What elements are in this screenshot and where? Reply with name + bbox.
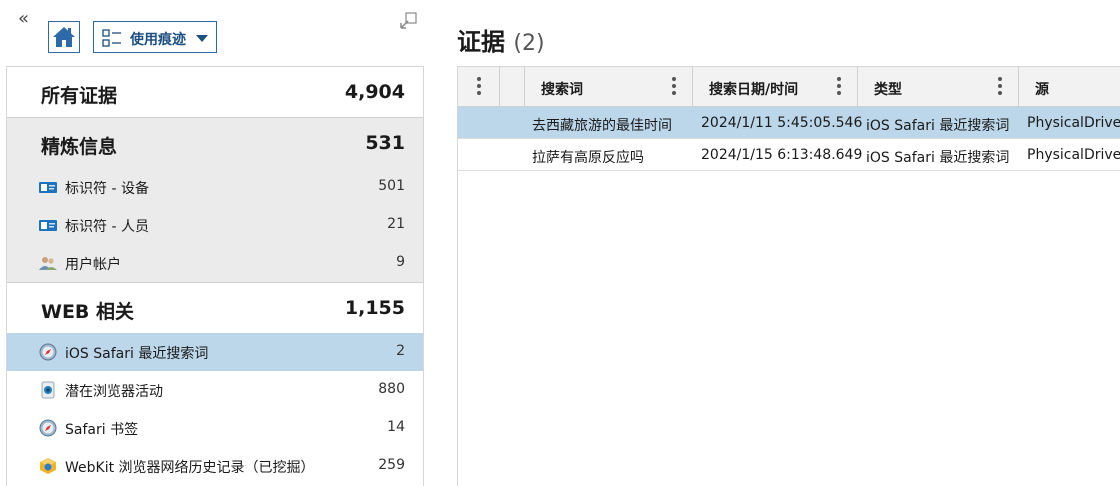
webkit-icon bbox=[40, 458, 56, 474]
column-header-label: 类型 bbox=[874, 82, 902, 98]
cell-type: iOS Safari 最近搜索词 bbox=[866, 118, 1010, 134]
section-title: WEB 相关 bbox=[41, 301, 135, 323]
popout-icon[interactable] bbox=[399, 12, 417, 34]
sidebar-item-label: 用户帐户 bbox=[65, 257, 121, 273]
sidebar-item-label: iOS Safari 最近搜索词 bbox=[65, 346, 209, 362]
sidebar-item-label: Safari 书签 bbox=[65, 422, 139, 438]
safari-icon bbox=[39, 343, 57, 361]
section-count: 531 bbox=[365, 132, 405, 154]
home-icon bbox=[53, 27, 75, 47]
column-header-search-term[interactable]: 搜索词 bbox=[525, 67, 693, 107]
sidebar-item-label: 潜在浏览器活动 bbox=[65, 384, 163, 400]
row-selector-header bbox=[500, 67, 525, 107]
column-header-label: 搜索词 bbox=[541, 82, 583, 98]
sidebar-item-count: 501 bbox=[378, 178, 405, 194]
column-header-label: 搜索日期/时间 bbox=[709, 82, 799, 98]
page-title-count: (2) bbox=[513, 31, 545, 56]
cell-search-term: 去西藏旅游的最佳时间 bbox=[532, 118, 672, 134]
sidebar-item-webkit-history[interactable]: WebKit 浏览器网络历史记录（已挖掘） 259 bbox=[7, 447, 423, 485]
view-dropdown[interactable]: 使用痕迹 bbox=[93, 21, 217, 53]
table-row[interactable]: 拉萨有高原反应吗 2024/1/15 6:13:48.649 iOS Safar… bbox=[458, 139, 1120, 171]
section-count: 1,155 bbox=[344, 297, 405, 319]
sidebar-item-safari-bookmarks[interactable]: Safari 书签 14 bbox=[7, 409, 423, 447]
browser-activity-icon bbox=[41, 381, 55, 399]
sidebar-item-count: 21 bbox=[387, 216, 405, 232]
sidebar-item-device-identifiers[interactable]: 标识符 - 设备 501 bbox=[7, 168, 423, 206]
sidebar-item-ios-safari-searches[interactable]: iOS Safari 最近搜索词 2 bbox=[7, 333, 423, 371]
cell-search-term: 拉萨有高原反应吗 bbox=[532, 150, 644, 166]
table-row[interactable]: 去西藏旅游的最佳时间 2024/1/11 5:45:05.546 iOS Saf… bbox=[458, 107, 1120, 139]
sidebar-item-label: 标识符 - 设备 bbox=[65, 181, 149, 197]
cell-search-datetime: 2024/1/11 5:45:05.546 bbox=[701, 115, 863, 131]
section-refined[interactable]: 精炼信息 531 bbox=[7, 118, 423, 168]
sidebar-item-count: 259 bbox=[378, 457, 405, 473]
cell-source: PhysicalDrive0 bbox=[1027, 115, 1120, 131]
section-web-related[interactable]: WEB 相关 1,155 bbox=[7, 283, 423, 333]
users-icon bbox=[39, 257, 57, 270]
evidence-grid: 搜索词 搜索日期/时间 类型 源 去西藏旅游的最佳时间 2024/1/11 5:… bbox=[457, 66, 1120, 486]
id-card-icon bbox=[39, 182, 57, 193]
column-header-source[interactable]: 源 bbox=[1019, 67, 1120, 107]
section-title: 精炼信息 bbox=[41, 136, 118, 158]
chevron-down-icon bbox=[196, 35, 208, 42]
safari-icon bbox=[39, 419, 57, 437]
section-count: 4,904 bbox=[344, 81, 405, 103]
sidebar-item-count: 880 bbox=[378, 381, 405, 397]
sidebar-item-person-identifiers[interactable]: 标识符 - 人员 21 bbox=[7, 206, 423, 244]
sidebar-item-label: WebKit 浏览器网络历史记录（已挖掘） bbox=[65, 460, 315, 476]
sidebar-item-user-accounts[interactable]: 用户帐户 9 bbox=[7, 244, 423, 282]
kebab-menu-icon[interactable] bbox=[998, 77, 1002, 98]
kebab-menu-icon[interactable] bbox=[837, 77, 841, 98]
column-header-search-datetime[interactable]: 搜索日期/时间 bbox=[693, 67, 858, 107]
sidebar-item-browser-activity[interactable]: 潜在浏览器活动 880 bbox=[7, 371, 423, 409]
cell-source: PhysicalDrive0 bbox=[1027, 147, 1120, 163]
collapse-panel-button[interactable]: « bbox=[18, 10, 29, 28]
cell-type: iOS Safari 最近搜索词 bbox=[866, 150, 1010, 166]
column-header-type[interactable]: 类型 bbox=[858, 67, 1019, 107]
column-options-header[interactable] bbox=[458, 67, 500, 107]
page-title: 证据 (2) bbox=[457, 22, 545, 57]
view-dropdown-label: 使用痕迹 bbox=[130, 32, 186, 48]
section-title: 所有证据 bbox=[41, 85, 118, 107]
sidebar-item-count: 9 bbox=[396, 254, 405, 270]
home-button[interactable] bbox=[48, 21, 80, 53]
page-title-text: 证据 bbox=[457, 28, 505, 56]
list-view-icon bbox=[102, 29, 121, 47]
sidebar-item-count: 14 bbox=[387, 419, 405, 435]
evidence-sidebar: 所有证据 4,904 精炼信息 531 标识符 - 设备 501 标识符 - 人… bbox=[6, 66, 424, 486]
kebab-menu-icon[interactable] bbox=[477, 77, 481, 98]
id-card-icon bbox=[39, 220, 57, 231]
sidebar-item-count: 2 bbox=[396, 343, 405, 359]
column-header-label: 源 bbox=[1035, 82, 1049, 98]
sidebar-item-label: 标识符 - 人员 bbox=[65, 219, 149, 235]
section-all-evidence[interactable]: 所有证据 4,904 bbox=[7, 67, 423, 117]
kebab-menu-icon[interactable] bbox=[672, 77, 676, 98]
cell-search-datetime: 2024/1/15 6:13:48.649 bbox=[701, 147, 863, 163]
